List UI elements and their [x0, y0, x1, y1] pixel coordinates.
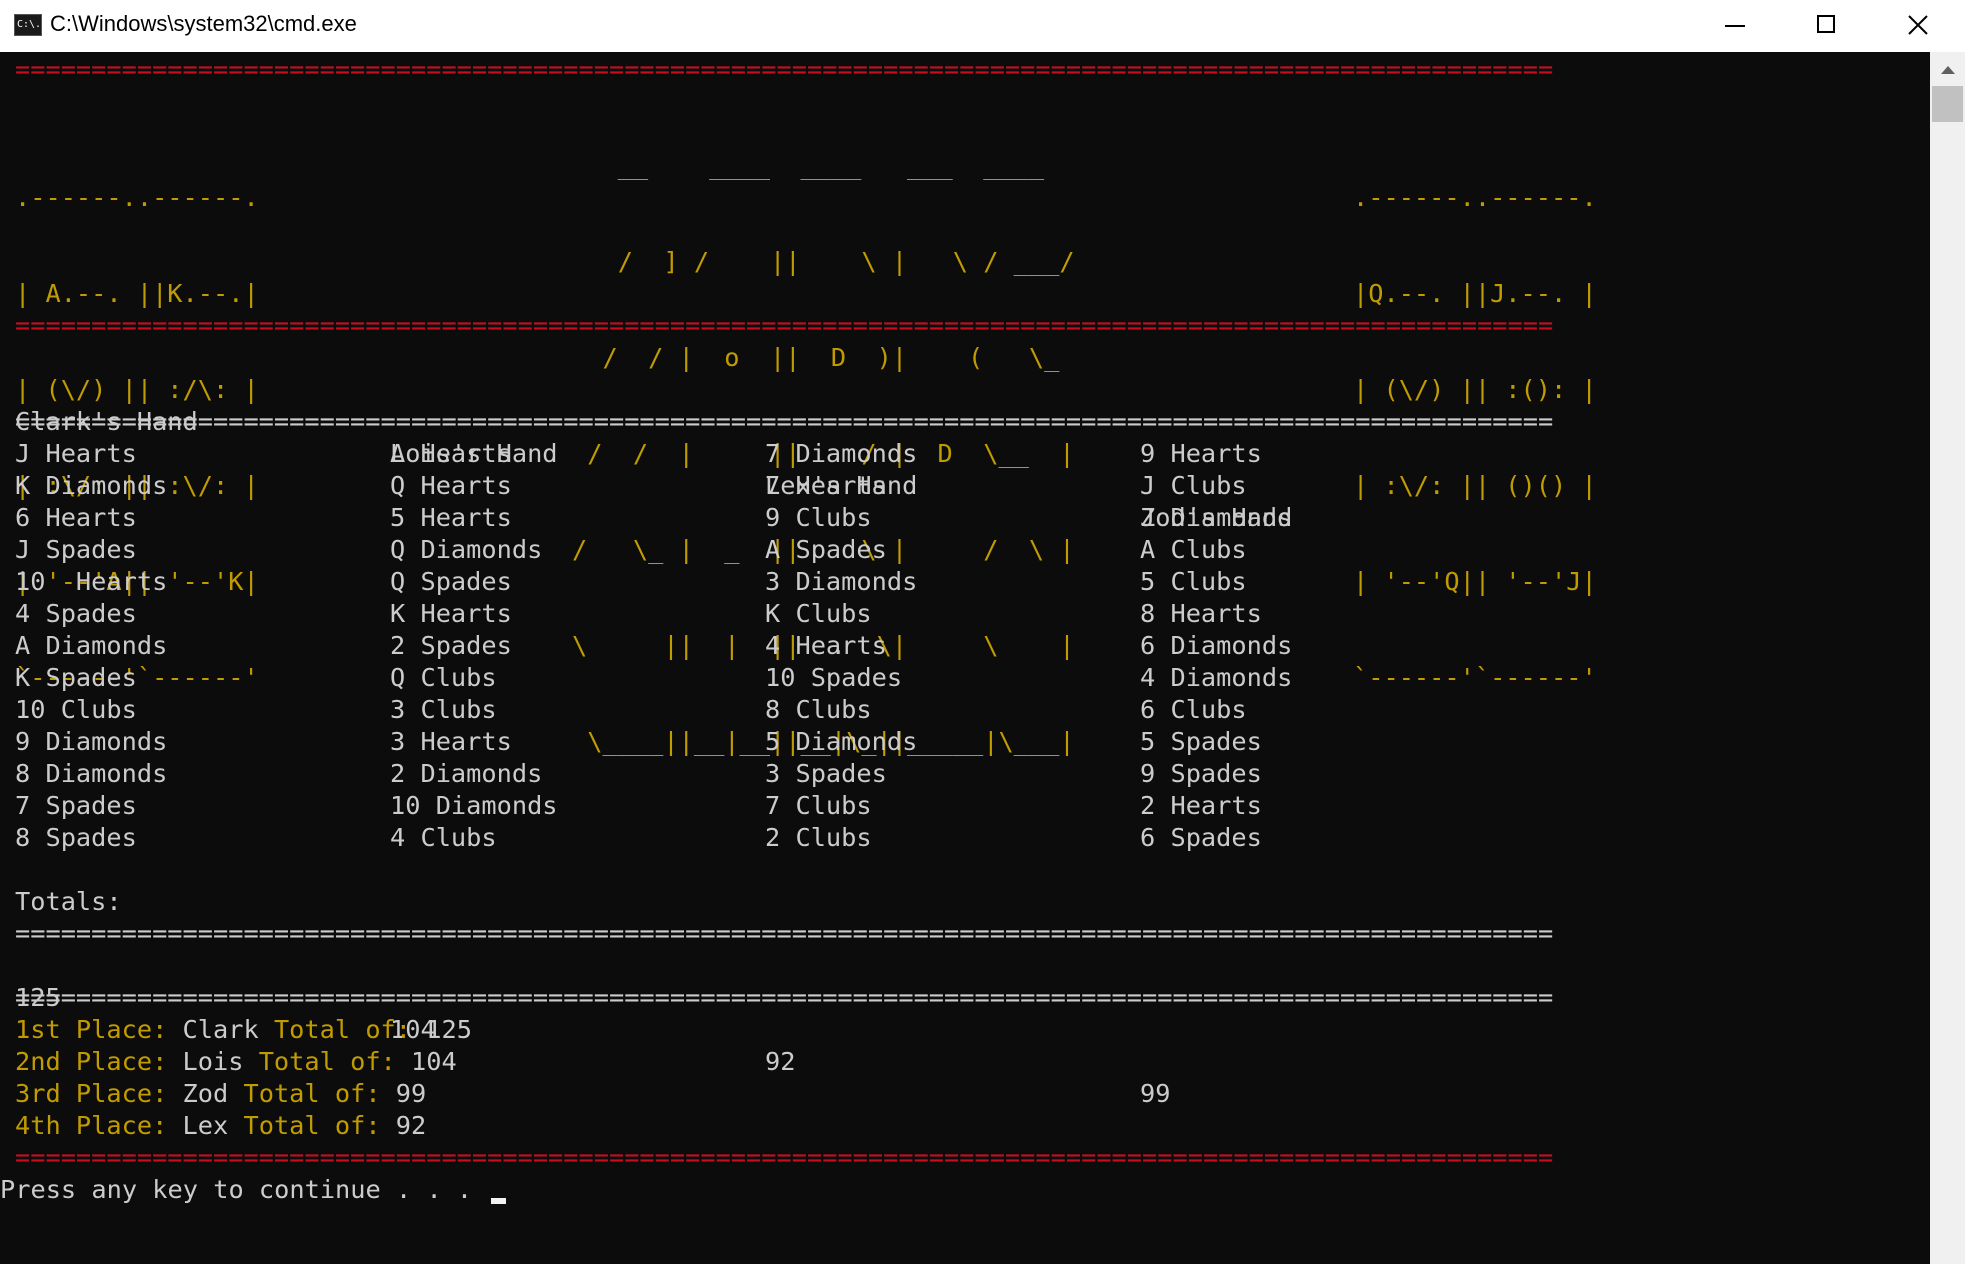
card-zod: J Diamonds — [1140, 503, 1293, 532]
separator-places: ========================================… — [15, 983, 1554, 1012]
continue-prompt: Press any key to continue . . . — [0, 1174, 507, 1206]
card-zod: 6 Diamonds — [1140, 631, 1293, 660]
card-lois: 3 Clubs — [390, 695, 497, 724]
window-title: C:\Windows\system32\cmd.exe — [50, 11, 357, 36]
card-lois: 2 Diamonds — [390, 759, 543, 788]
separator-top: ========================================… — [15, 55, 1554, 84]
place-line: 2nd Place: Lois Total of: 104 — [15, 1047, 457, 1076]
close-icon — [1908, 15, 1928, 35]
card-clark: 9 Diamonds — [15, 727, 168, 756]
hand-row: 10 Hearts Q Spades 3 Diamonds 5 Clubs — [15, 566, 1615, 598]
card-zod: 9 Hearts — [1140, 439, 1262, 468]
card-zod: 5 Clubs — [1140, 567, 1247, 596]
card-lois: 5 Hearts — [390, 503, 512, 532]
card-clark: 8 Diamonds — [15, 759, 168, 788]
card-clark: 4 Spades — [15, 599, 137, 628]
hand-row: 9 Diamonds 3 Hearts 5 Diamonds 5 Spades — [15, 726, 1615, 758]
close-button[interactable] — [1872, 0, 1964, 52]
hand-row: 6 Hearts 5 Hearts 9 Clubs J Diamonds — [15, 502, 1615, 534]
card-clark: 8 Spades — [15, 823, 137, 852]
maximize-button[interactable] — [1780, 0, 1872, 52]
scroll-thumb[interactable] — [1932, 86, 1963, 122]
place-line: 4th Place: Lex Total of: 92 — [15, 1111, 427, 1140]
card-clark: 6 Hearts — [15, 503, 137, 532]
card-clark: 10 Clubs — [15, 695, 137, 724]
card-lex: 5 Diamonds — [765, 727, 918, 756]
card-clark: 7 Spades — [15, 791, 137, 820]
hand-row: K Diamonds Q Hearts 7 Hearts J Clubs — [15, 470, 1615, 502]
card-zod: J Clubs — [1140, 471, 1247, 500]
scroll-up-arrow-icon[interactable] — [1930, 52, 1965, 86]
card-lois: 2 Spades — [390, 631, 512, 660]
card-lois: 10 Diamonds — [390, 791, 558, 820]
card-lex: 3 Spades — [765, 759, 887, 788]
card-lois: Q Clubs — [390, 663, 497, 692]
card-clark: K Spades — [15, 663, 137, 692]
card-lex: A Spades — [765, 535, 887, 564]
separator-headers: ========================================… — [15, 407, 1554, 436]
card-clark: J Hearts — [15, 439, 137, 468]
hand-row: J Hearts A Hearts 7 Diamonds 9 Hearts — [15, 438, 1615, 470]
card-lex: 2 Clubs — [765, 823, 872, 852]
totals-label: Totals: — [15, 887, 122, 916]
place-line: 3rd Place: Zod Total of: 99 — [15, 1079, 427, 1108]
card-clark: 10 Hearts — [15, 567, 168, 596]
card-lois: Q Hearts — [390, 471, 512, 500]
separator-banner: ========================================… — [15, 311, 1554, 340]
card-zod: 9 Spades — [1140, 759, 1262, 788]
card-clark: K Diamonds — [15, 471, 168, 500]
hand-row: A Diamonds 2 Spades 4 Hearts 6 Diamonds — [15, 630, 1615, 662]
card-lex: K Clubs — [765, 599, 872, 628]
card-zod: 8 Hearts — [1140, 599, 1262, 628]
card-lex: 7 Hearts — [765, 471, 887, 500]
card-zod: 4 Diamonds — [1140, 663, 1293, 692]
title-bar: C:\. C:\Windows\system32\cmd.exe — [0, 0, 1965, 52]
card-zod: 5 Spades — [1140, 727, 1262, 756]
hand-row: 4 Spades K Hearts K Clubs 8 Hearts — [15, 598, 1615, 630]
separator-totals: ========================================… — [15, 919, 1554, 948]
hand-headers: Clark's Hand Lois's Hand Lex's Hand Zod'… — [15, 374, 1615, 532]
card-lois: Q Spades — [390, 567, 512, 596]
card-clark: A Diamonds — [15, 631, 168, 660]
total-zod: 99 — [1140, 1079, 1171, 1108]
card-lex: 4 Hearts — [765, 631, 887, 660]
card-zod: 6 Clubs — [1140, 695, 1247, 724]
card-lex: 3 Diamonds — [765, 567, 918, 596]
card-lex: 10 Spades — [765, 663, 903, 692]
card-lex: 7 Diamonds — [765, 439, 918, 468]
card-clark: J Spades — [15, 535, 137, 564]
totals-row: 125 104 92 99 — [15, 950, 1615, 1108]
separator-bottom: ========================================… — [15, 1143, 1554, 1172]
minimize-button[interactable] — [1688, 0, 1780, 52]
cmd-app-icon: C:\. — [14, 14, 42, 36]
hand-row: 7 Spades 10 Diamonds 7 Clubs 2 Hearts — [15, 790, 1615, 822]
card-lois: 4 Clubs — [390, 823, 497, 852]
card-lois: 3 Hearts — [390, 727, 512, 756]
text-cursor — [491, 1198, 507, 1204]
hand-row: 8 Spades 4 Clubs 2 Clubs 6 Spades — [15, 822, 1615, 854]
hand-row: 10 Clubs 3 Clubs 8 Clubs 6 Clubs — [15, 694, 1615, 726]
total-lex: 92 — [765, 1047, 796, 1076]
card-lois: Q Diamonds — [390, 535, 543, 564]
card-zod: 6 Spades — [1140, 823, 1262, 852]
card-lex: 8 Clubs — [765, 695, 872, 724]
card-lois: K Hearts — [390, 599, 512, 628]
card-lex: 7 Clubs — [765, 791, 872, 820]
hand-row: 8 Diamonds 2 Diamonds 3 Spades 9 Spades — [15, 758, 1615, 790]
place-line: 1st Place: Clark Total of: 125 — [15, 1015, 472, 1044]
hand-row: J Spades Q Diamonds A Spades A Clubs — [15, 534, 1615, 566]
card-zod: 2 Hearts — [1140, 791, 1262, 820]
hand-row: K Spades Q Clubs 10 Spades 4 Diamonds — [15, 662, 1615, 694]
vertical-scrollbar[interactable] — [1930, 52, 1965, 1264]
card-lois: A Hearts — [390, 439, 512, 468]
card-zod: A Clubs — [1140, 535, 1247, 564]
card-lex: 9 Clubs — [765, 503, 872, 532]
console-output[interactable]: ========================================… — [0, 52, 1930, 1264]
